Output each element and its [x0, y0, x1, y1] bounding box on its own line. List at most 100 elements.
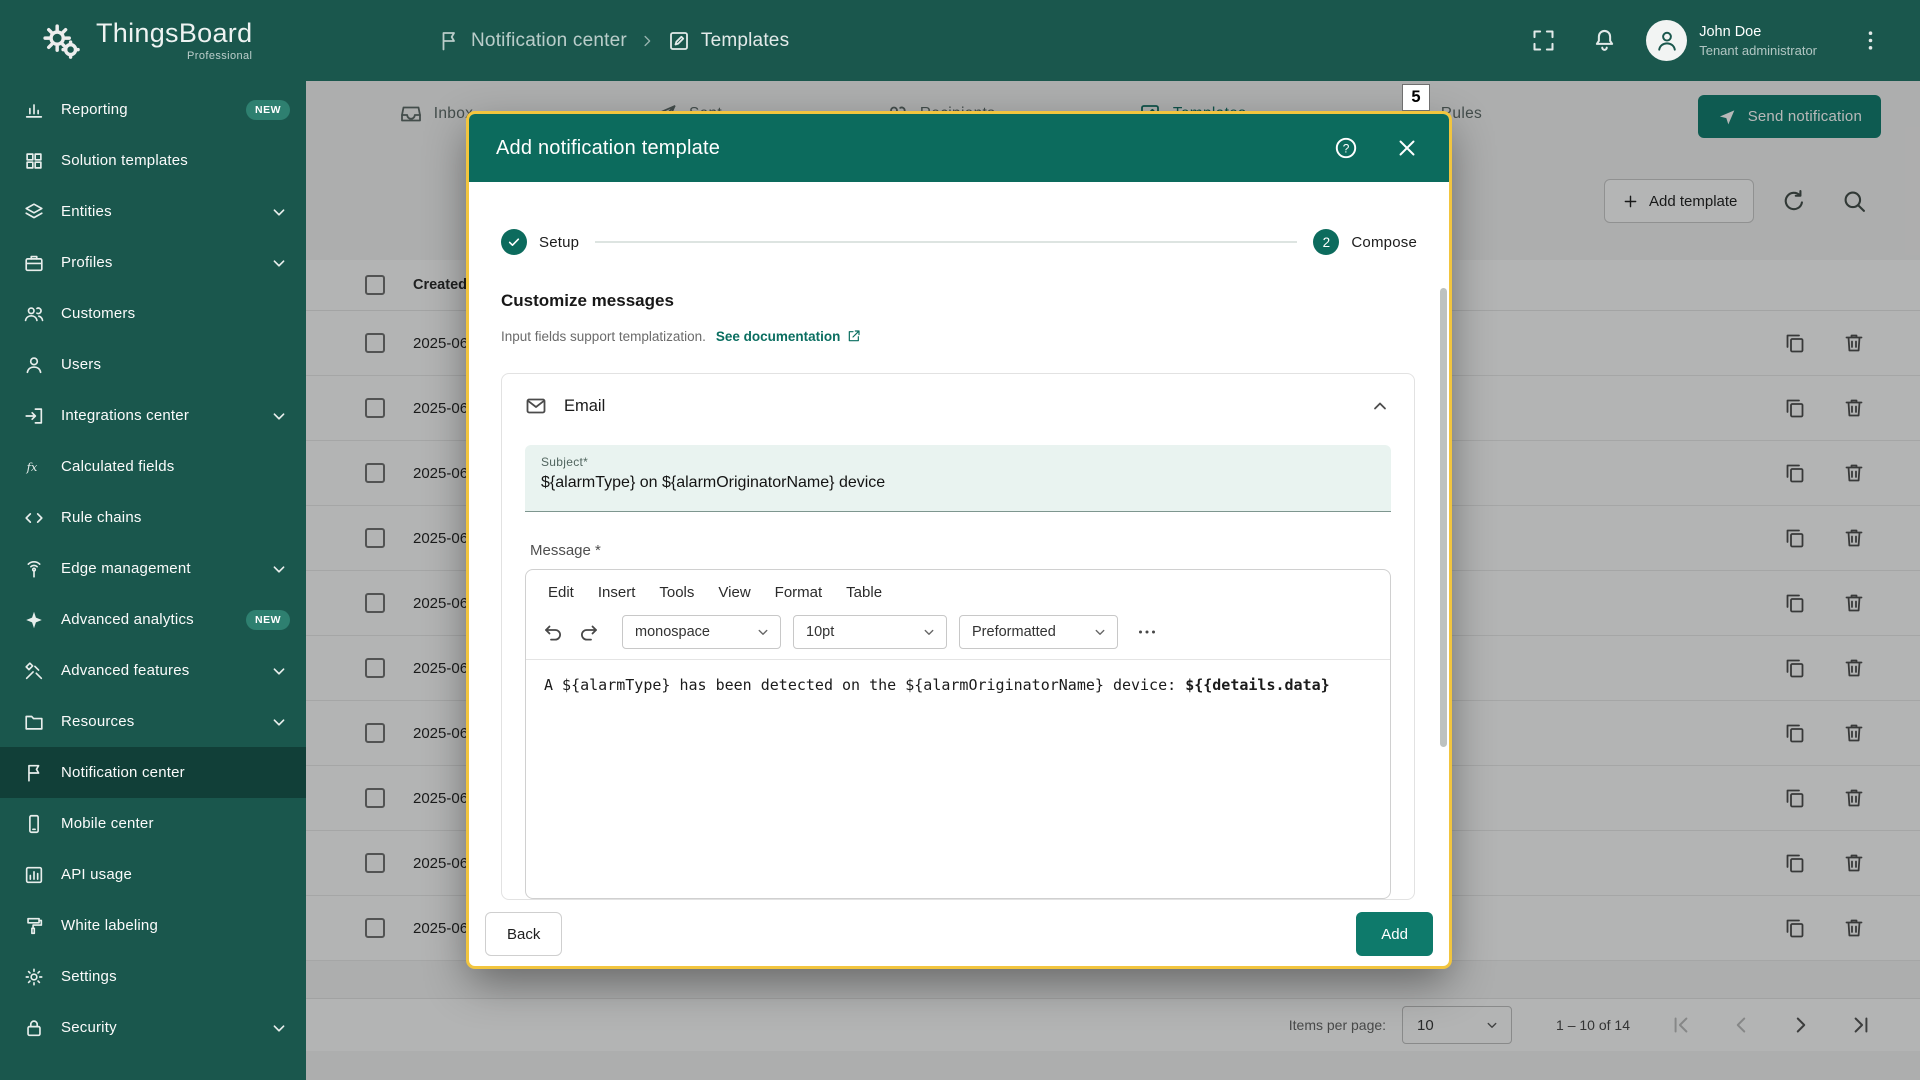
sidebar-item-advanced-features[interactable]: Advanced features [0, 645, 306, 696]
step-compose-number-circle: 2 [1313, 229, 1340, 255]
sidebar-item-entities[interactable]: Entities [0, 186, 306, 237]
sidebar-item-white-labeling[interactable]: White labeling [0, 900, 306, 951]
thingsboard-logo-icon [38, 18, 84, 64]
sidebar-item-label: API usage [61, 866, 133, 883]
help-icon[interactable]: ? [1333, 135, 1359, 161]
check-icon [506, 234, 522, 250]
font-family-select[interactable]: monospace [622, 615, 781, 649]
chevron-down-icon [268, 201, 290, 223]
menu-format[interactable]: Format [763, 576, 835, 609]
hint-text: Input fields support templatization. [501, 328, 706, 344]
new-badge: NEW [246, 99, 290, 120]
modal-scrollbar[interactable] [1440, 288, 1447, 747]
header-actions: John Doe Tenant administrator [1530, 0, 1920, 81]
email-icon [524, 394, 548, 418]
kebab-menu-icon[interactable] [1857, 27, 1884, 54]
add-button[interactable]: Add [1356, 912, 1433, 956]
sidebar-item-label: Users [61, 356, 102, 373]
stepper: Setup 2 Compose [501, 218, 1417, 266]
dialog-title: Add notification template [496, 136, 721, 159]
see-documentation-link[interactable]: See documentation [716, 328, 863, 344]
sidebar-item-label: Reporting [61, 101, 128, 118]
sidebar-item-label: Notification center [61, 764, 185, 781]
message-editor: Edit Insert Tools View Format Table mono… [525, 569, 1391, 899]
sidebar-item-advanced-analytics[interactable]: Advanced analytics NEW [0, 594, 306, 645]
sidebar-item-edge-management[interactable]: Edge management [0, 543, 306, 594]
sidebar-item-label: Advanced analytics [61, 611, 194, 628]
subject-input[interactable]: Subject* ${alarmType} on ${alarmOriginat… [525, 445, 1391, 512]
sidebar-item-notification-center[interactable]: Notification center [0, 747, 306, 798]
breadcrumb-notification-center[interactable]: Notification center [437, 29, 627, 53]
tools-icon [23, 660, 45, 682]
chevron-up-icon[interactable] [1368, 394, 1392, 418]
menu-tools[interactable]: Tools [647, 576, 706, 609]
dialog-header-actions: ? [1333, 135, 1420, 161]
close-icon[interactable] [1394, 135, 1420, 161]
code-brackets-icon [23, 507, 45, 529]
fullscreen-icon[interactable] [1530, 27, 1557, 54]
chevron-down-icon [920, 623, 938, 641]
editor-toolbar: monospace 10pt Preformatted [526, 609, 1390, 660]
font-size-value: 10pt [806, 624, 835, 640]
step-label: Compose [1351, 233, 1417, 251]
email-card-header[interactable]: Email [502, 374, 1414, 438]
sidebar-item-label: Entities [61, 203, 112, 220]
more-icon [1135, 620, 1159, 644]
toolbar-overflow-button[interactable] [1132, 617, 1162, 647]
back-button[interactable]: Back [485, 912, 563, 956]
sidebar-item-reporting[interactable]: Reporting NEW [0, 84, 306, 135]
chevron-down-icon [268, 558, 290, 580]
chevron-down-icon [1091, 623, 1109, 641]
block-format-value: Preformatted [972, 624, 1056, 640]
phone-icon [23, 813, 45, 835]
bar-chart-icon [23, 99, 45, 121]
sidebar-item-api-usage[interactable]: API usage [0, 849, 306, 900]
sidebar-item-profiles[interactable]: Profiles [0, 237, 306, 288]
menu-table[interactable]: Table [834, 576, 894, 609]
menu-edit[interactable]: Edit [536, 576, 586, 609]
sidebar-item-solution-templates[interactable]: Solution templates [0, 135, 306, 186]
person-icon [1654, 28, 1680, 54]
breadcrumb-templates[interactable]: Templates [667, 29, 789, 53]
sidebar-item-label: Mobile center [61, 815, 154, 832]
app-logo[interactable]: ThingsBoard Professional [38, 0, 252, 81]
sidebar-item-security[interactable]: Security [0, 1002, 306, 1053]
sidebar-item-mobile-center[interactable]: Mobile center [0, 798, 306, 849]
step-compose[interactable]: 2 Compose [1313, 229, 1417, 255]
user-info: John Doe Tenant administrator [1699, 24, 1817, 58]
menu-view[interactable]: View [706, 576, 762, 609]
avatar[interactable] [1646, 20, 1688, 61]
menu-insert[interactable]: Insert [586, 576, 648, 609]
undo-button[interactable] [538, 617, 568, 647]
font-size-select[interactable]: 10pt [793, 615, 947, 649]
chevron-down-icon [268, 711, 290, 733]
block-format-select[interactable]: Preformatted [959, 615, 1118, 649]
person-icon [23, 354, 45, 376]
sparkle-icon [23, 609, 45, 631]
editor-menubar: Edit Insert Tools View Format Table [526, 570, 1390, 609]
sidebar-item-label: Edge management [61, 560, 191, 577]
redo-button[interactable] [574, 617, 604, 647]
sidebar-item-rule-chains[interactable]: Rule chains [0, 492, 306, 543]
notifications-bell-icon[interactable] [1591, 27, 1618, 54]
sidebar-item-settings[interactable]: Settings [0, 951, 306, 1002]
message-content[interactable]: A ${alarmType} has been detected on the … [526, 660, 1390, 710]
layers-icon [23, 201, 45, 223]
sidebar-item-label: Resources [61, 713, 135, 730]
dialog-body: Setup 2 Compose Customize messages Input… [469, 182, 1449, 966]
sidebar-item-calculated-fields[interactable]: fx Calculated fields [0, 441, 306, 492]
sidebar-item-label: White labeling [61, 917, 159, 934]
brand-subtitle: Professional [187, 49, 253, 62]
message-label: Message * [530, 542, 601, 559]
sidebar-item-resources[interactable]: Resources [0, 696, 306, 747]
sidebar-item-customers[interactable]: Customers [0, 288, 306, 339]
step-setup[interactable]: Setup [501, 229, 579, 255]
sidebar-item-users[interactable]: Users [0, 339, 306, 390]
flag-icon [23, 762, 45, 784]
brand-name: ThingsBoard [96, 17, 253, 48]
grid-icon [23, 150, 45, 172]
user-name: John Doe [1699, 23, 1762, 40]
sidebar-item-integrations-center[interactable]: Integrations center [0, 390, 306, 441]
function-icon: fx [23, 456, 45, 478]
annotation-badge-5: 5 [1402, 84, 1430, 111]
